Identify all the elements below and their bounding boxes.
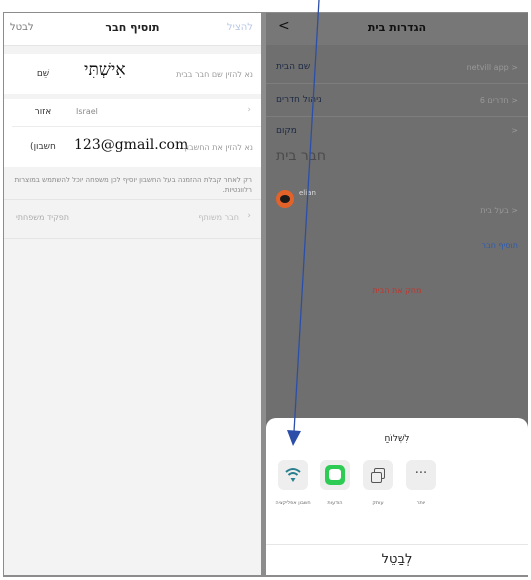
annotation-arrow-icon	[287, 0, 320, 446]
